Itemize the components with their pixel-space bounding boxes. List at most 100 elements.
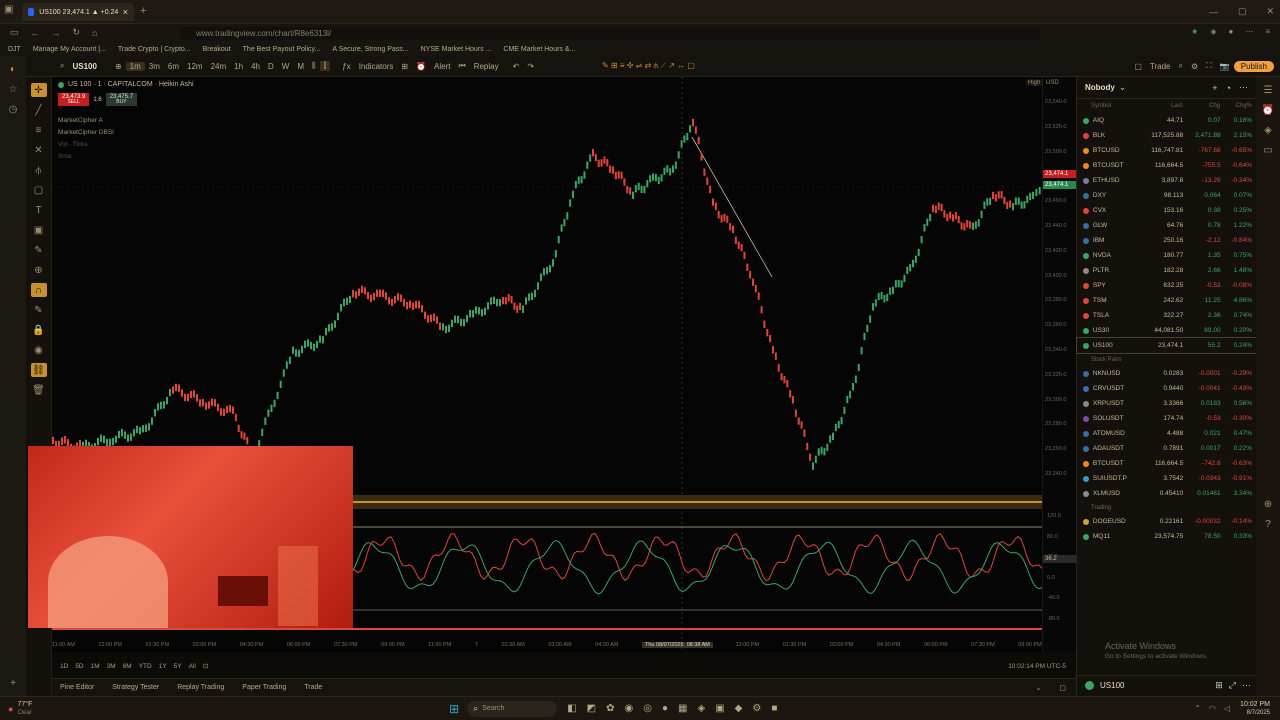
- alert-button[interactable]: Alert: [430, 62, 454, 71]
- range-6m[interactable]: 6M: [123, 663, 132, 670]
- indicator-legend-3[interactable]: Vol · Ticks: [58, 139, 114, 151]
- app-icon-1[interactable]: ◧: [567, 703, 576, 714]
- watchlist-row[interactable]: DOGEUSD 0.22161 -0.00032 -0.14%: [1077, 514, 1256, 529]
- price-scale[interactable]: USD 23,540.023,520.023,500.023,480.023,4…: [1042, 77, 1076, 652]
- volume-icon[interactable]: ◁: [1224, 704, 1230, 713]
- indicator-legend-1[interactable]: MarketCipher A: [58, 115, 114, 127]
- buy-button[interactable]: 23,475.7 BUY: [105, 93, 138, 106]
- watchlist-row[interactable]: SOLUSDT 174.74 -0.53 -0.30%: [1077, 411, 1256, 426]
- indicator-legend-2[interactable]: MarketCipher DBSI: [58, 127, 114, 139]
- watchlist-row[interactable]: ADAUSDT 0.7891 0.0017 0.22%: [1077, 441, 1256, 456]
- trendline-drawing[interactable]: [691, 136, 773, 278]
- more-icon[interactable]: ⋯: [1242, 680, 1251, 691]
- app-icon-10[interactable]: ◆: [735, 703, 743, 714]
- bookmark-4[interactable]: The Best Payout Policy...: [243, 46, 321, 53]
- watchlist-row[interactable]: DXY 98.113 0.064 0.07%: [1077, 188, 1256, 203]
- trendline-icon[interactable]: ╱: [31, 103, 47, 117]
- maximize-icon[interactable]: ▢: [1238, 6, 1247, 17]
- note-icon[interactable]: ▣: [31, 223, 47, 237]
- watchlist-row[interactable]: XLMUSD 0.45410 0.01461 3.34%: [1077, 486, 1256, 501]
- ideas-icon[interactable]: ⊕: [1260, 497, 1276, 511]
- search-icon[interactable]: ⌕: [1175, 61, 1187, 71]
- app-icon-3[interactable]: ✿: [606, 703, 614, 714]
- range-3m[interactable]: 3M: [107, 663, 116, 670]
- interval-d[interactable]: D: [264, 62, 278, 71]
- zoom-icon[interactable]: ⊕: [31, 263, 47, 277]
- interval-1m[interactable]: 1m: [125, 61, 145, 71]
- watchlist-row[interactable]: AIQ 44.71 0.07 0.16%: [1077, 113, 1256, 128]
- watchlist-row[interactable]: NVDA 180.77 1.35 0.75%: [1077, 248, 1256, 263]
- lock-icon[interactable]: 🔒: [31, 323, 47, 337]
- watchlist-row[interactable]: BTCUSD 116,747.81 -767.68 -0.65%: [1077, 143, 1256, 158]
- app-icon-12[interactable]: ■: [771, 703, 777, 714]
- start-icon[interactable]: ⊞: [449, 702, 459, 716]
- indicators-button[interactable]: Indicators: [355, 62, 398, 71]
- section-label-trading[interactable]: Trading: [1077, 501, 1256, 514]
- compare-icon[interactable]: ⊕: [111, 62, 126, 71]
- range-1y[interactable]: 1Y: [159, 663, 167, 670]
- browser-menu-icon[interactable]: ▣: [4, 4, 18, 18]
- watchlist-row[interactable]: US100 23,474.1 55.2 0.24%: [1076, 337, 1257, 354]
- layout-icon[interactable]: ⊞: [397, 62, 412, 71]
- interval-6m[interactable]: 6m: [164, 62, 183, 71]
- bookmark-2[interactable]: Trade Crypto | Crypto...: [118, 46, 191, 53]
- pattern-icon[interactable]: ✕: [31, 143, 47, 157]
- add-icon[interactable]: +: [5, 676, 21, 690]
- watchlist-title[interactable]: Nobody: [1085, 83, 1115, 92]
- watchlist-row[interactable]: SUIUSDT.P 3.7542 -0.0343 -0.91%: [1077, 471, 1256, 486]
- publish-button[interactable]: Publish: [1233, 60, 1274, 72]
- collapse-icon[interactable]: ⌄: [1036, 684, 1042, 692]
- tradingview-logo-icon[interactable]: ◐: [5, 62, 21, 76]
- bookmark-7[interactable]: CME Market Hours &...: [503, 46, 575, 53]
- maximize-panel-icon[interactable]: ▢: [1059, 684, 1066, 692]
- range-5y[interactable]: 5Y: [174, 663, 182, 670]
- crosshair-icon[interactable]: ✛: [30, 83, 47, 97]
- range-1m[interactable]: 1M: [91, 663, 100, 670]
- range-5d[interactable]: 5D: [75, 663, 83, 670]
- symbol-search-icon[interactable]: ⌕: [56, 61, 68, 71]
- reload-icon[interactable]: ↻: [73, 27, 81, 38]
- interval-w[interactable]: W: [278, 62, 294, 71]
- help-icon[interactable]: ?: [1260, 517, 1276, 531]
- forecast-icon[interactable]: ⫛: [31, 163, 47, 177]
- app-icon-11[interactable]: ⚙: [752, 703, 761, 714]
- magnet-icon[interactable]: ∩: [30, 283, 47, 297]
- symbol-search-button[interactable]: US100: [68, 62, 100, 71]
- watchlist-row[interactable]: CRVUSDT 0.9440 -0.0041 -0.43%: [1077, 381, 1256, 396]
- hamburger-icon[interactable]: ≡: [1265, 27, 1270, 36]
- watchlist-row[interactable]: ATOMUSD 4.488 0.021 0.47%: [1077, 426, 1256, 441]
- eye-icon[interactable]: ◉: [31, 343, 47, 357]
- range-all[interactable]: All: [189, 663, 196, 670]
- tray-chevron-icon[interactable]: ⌃: [1194, 704, 1201, 713]
- add-symbol-icon[interactable]: +: [1212, 83, 1217, 93]
- bookmark-5[interactable]: A Secure, Strong Pass...: [332, 46, 408, 53]
- alert-icon[interactable]: ⏰: [412, 62, 430, 71]
- clock-icon[interactable]: ◷: [5, 102, 21, 116]
- interval-m[interactable]: M: [293, 62, 308, 71]
- indicator-legend-4[interactable]: Sma: [58, 151, 114, 163]
- currency-label[interactable]: USD: [1043, 77, 1076, 89]
- profile-icon[interactable]: ●: [1228, 27, 1233, 36]
- bookmark-0[interactable]: DJT: [8, 46, 21, 53]
- app-icon-4[interactable]: ◉: [625, 703, 634, 714]
- interval-12m[interactable]: 12m: [183, 62, 207, 71]
- footer-symbol[interactable]: US100: [1100, 681, 1124, 690]
- watchlist-row[interactable]: BLK 117,525.88 2,471.88 2.15%: [1077, 128, 1256, 143]
- app-icon-8[interactable]: ◈: [697, 703, 705, 714]
- alerts-icon[interactable]: ⏰: [1260, 103, 1276, 117]
- fullscreen-icon[interactable]: ⛶: [1202, 61, 1216, 71]
- watchlist-row[interactable]: BTCUSDT 116,664.5 -742.8 -0.63%: [1077, 456, 1256, 471]
- shape-icon[interactable]: ▢: [31, 183, 47, 197]
- forward-icon[interactable]: →: [52, 28, 61, 38]
- replay-button[interactable]: Replay: [470, 62, 503, 71]
- watchlist-row[interactable]: TSLA 322.27 2.36 0.74%: [1077, 308, 1256, 323]
- new-tab-icon[interactable]: +: [140, 5, 146, 17]
- tab-paper-trading[interactable]: Paper Trading: [242, 684, 286, 691]
- replay-icon[interactable]: ⏮: [455, 61, 470, 71]
- trade-button[interactable]: Trade: [1146, 62, 1175, 71]
- bookmark-6[interactable]: NYSE Market Hours ...: [421, 46, 492, 53]
- sidebar-icon[interactable]: ▭: [10, 27, 19, 38]
- clock-display[interactable]: 10:02:14 PM UTC-5: [1008, 663, 1066, 670]
- legend-title[interactable]: US 100 · 1 · CAPITALCOM · Heikin Ashi: [68, 81, 194, 88]
- fib-icon[interactable]: ≡: [31, 123, 47, 137]
